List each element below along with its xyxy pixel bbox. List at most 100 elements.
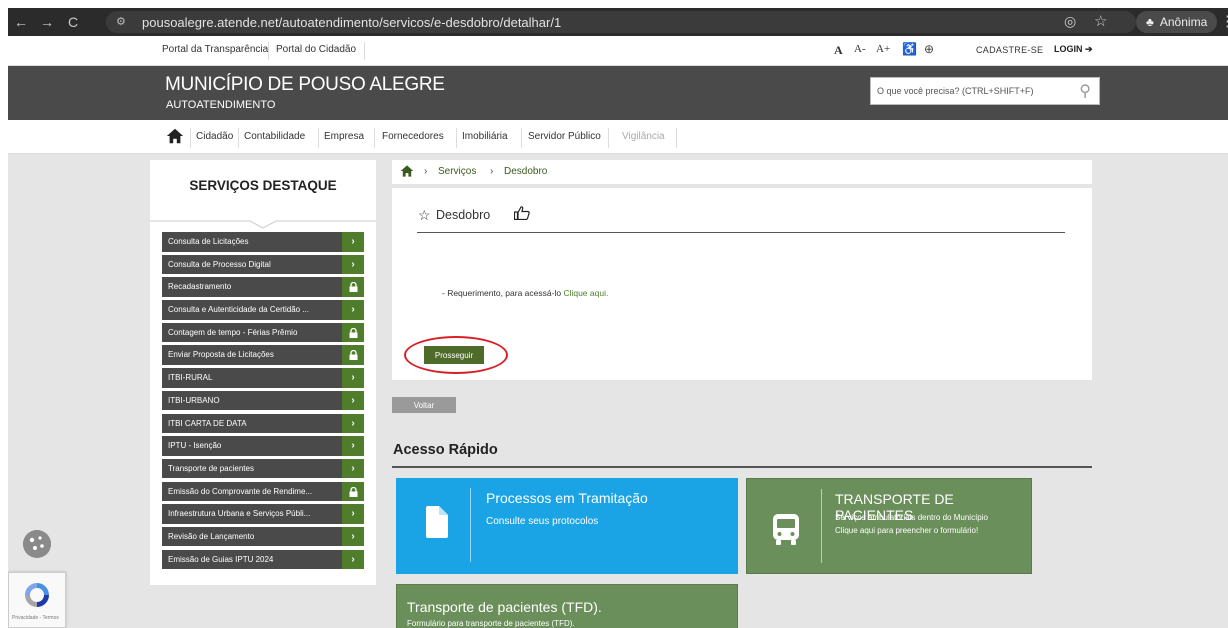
featured-service-item[interactable]: Enviar Proposta de Licitações — [162, 345, 364, 365]
request-link[interactable]: Clique aqui. — [563, 288, 608, 298]
lock-icon[interactable] — [342, 322, 364, 343]
featured-service-item[interactable]: ITBI-RURAL › — [162, 368, 364, 388]
lock-icon[interactable] — [342, 277, 364, 297]
font-decrease-button[interactable]: A- — [854, 43, 866, 55]
service-title: Desdobro — [436, 208, 491, 222]
document-icon — [426, 506, 448, 538]
back-button[interactable]: Voltar — [392, 397, 456, 413]
font-default-button[interactable]: A — [834, 43, 843, 58]
utility-bar: Portal da Transparência Portal do Cidadã… — [8, 36, 1228, 66]
featured-service-item[interactable]: Consulta de Processo Digital › — [162, 254, 364, 275]
proceed-button[interactable]: Prosseguir — [424, 346, 484, 364]
tile-line-1: Serviços ambulatoriais dentro do Municíp… — [835, 513, 988, 522]
divider — [608, 128, 609, 148]
lock-icon[interactable] — [342, 481, 364, 502]
chevron-right-icon[interactable]: › — [342, 254, 364, 275]
bookmark-star-icon[interactable]: ☆ — [1094, 12, 1107, 30]
recaptcha-label: Privacidade - Termos — [12, 615, 59, 621]
divider — [521, 128, 522, 148]
featured-service-label: Contagem de tempo - Férias Prêmio — [162, 322, 342, 343]
tile-processos-em-tramitacao[interactable]: Processos em Tramitação Consulte seus pr… — [396, 478, 738, 574]
breadcrumb: › Serviços › Desdobro — [392, 160, 1092, 184]
favorite-star-icon[interactable]: ☆ — [418, 207, 431, 224]
font-increase-button[interactable]: A+ — [876, 43, 890, 55]
eye-off-icon[interactable]: ◎ — [1064, 13, 1076, 30]
login-label: LOGIN — [1054, 44, 1083, 54]
back-icon[interactable]: ← — [8, 14, 34, 30]
featured-service-label: Transporte de pacientes — [162, 458, 342, 479]
site-title[interactable]: MUNICÍPIO DE POUSO ALEGRE — [165, 74, 445, 96]
chevron-right-icon[interactable]: › — [342, 526, 364, 547]
globe-icon[interactable]: ⊕ — [924, 42, 934, 56]
featured-service-item[interactable]: ITBI-URBANO › — [162, 390, 364, 411]
featured-service-label: ITBI CARTA DE DATA — [162, 413, 342, 433]
menu-item-empresa[interactable]: Empresa — [324, 131, 364, 142]
search-input[interactable] — [877, 78, 1067, 104]
browser-menu-icon[interactable]: ⋮ — [1220, 12, 1228, 30]
featured-service-label: ITBI-URBANO — [162, 390, 342, 411]
recaptcha-badge[interactable]: Privacidade - Termos — [8, 572, 66, 628]
featured-service-item[interactable]: Consulta e Autenticidade da Certidão ...… — [162, 300, 364, 320]
request-description: - Requerimento, para acessá-lo — [442, 288, 562, 298]
transparency-portal-link[interactable]: Portal da Transparência — [162, 44, 268, 55]
tile-title: Transporte de pacientes (TFD). — [407, 599, 602, 615]
featured-service-item[interactable]: Emissão do Comprovante de Rendime... — [162, 481, 364, 502]
header-banner: MUNICÍPIO DE POUSO ALEGRE AUTOATENDIMENT… — [8, 66, 1228, 120]
chevron-right-icon: › — [490, 166, 494, 177]
home-icon[interactable] — [166, 127, 184, 145]
chevron-right-icon[interactable]: › — [342, 390, 364, 411]
address-bar[interactable]: ⚙ pousoalegre.atende.net/autoatendimento… — [106, 11, 1136, 33]
menu-item-servidor-publico[interactable]: Servidor Público — [528, 131, 601, 142]
breadcrumb-item-servicos[interactable]: Serviços — [438, 166, 476, 177]
divider — [238, 128, 239, 148]
tile-subtitle: Consulte seus protocolos — [486, 516, 599, 527]
request-text: - Requerimento, para acessá-lo Clique aq… — [442, 288, 608, 298]
menu-item-fornecedores[interactable]: Fornecedores — [382, 131, 444, 142]
accessibility-icon[interactable]: ♿ — [902, 42, 917, 56]
menu-item-contabilidade[interactable]: Contabilidade — [244, 131, 305, 142]
chevron-right-icon[interactable]: › — [342, 300, 364, 320]
login-link[interactable]: LOGIN ➔ — [1054, 44, 1093, 55]
chevron-right-icon[interactable]: › — [342, 549, 364, 570]
featured-service-label: Enviar Proposta de Licitações — [162, 345, 342, 365]
incognito-badge[interactable]: ♣ Anônima — [1136, 11, 1218, 33]
chevron-right-icon[interactable]: › — [342, 436, 364, 456]
forward-icon[interactable]: → — [34, 14, 60, 30]
menu-item-imobiliaria[interactable]: Imobiliária — [462, 131, 508, 142]
featured-service-item[interactable]: Contagem de tempo - Férias Prêmio — [162, 322, 364, 343]
chevron-right-icon[interactable]: › — [342, 232, 364, 252]
featured-service-item[interactable]: Revisão de Lançamento › — [162, 526, 364, 547]
divider — [417, 232, 1065, 233]
recaptcha-icon — [25, 583, 49, 607]
home-icon[interactable] — [400, 164, 414, 178]
featured-service-item[interactable]: ITBI CARTA DE DATA › — [162, 413, 364, 433]
cookie-icon[interactable] — [23, 530, 51, 558]
chevron-right-icon[interactable]: › — [342, 368, 364, 388]
menu-item-vigilancia[interactable]: Vigilância — [622, 131, 665, 142]
breadcrumb-item-desdobro[interactable]: Desdobro — [504, 166, 547, 177]
menu-item-cidadao[interactable]: Cidadão — [196, 131, 233, 142]
register-link[interactable]: CADASTRE-SE — [976, 45, 1043, 55]
search-icon[interactable]: ⚲ — [1079, 81, 1091, 101]
tile-transporte-de-pacientes[interactable]: TRANSPORTE DE PACIENTES Serviços ambulat… — [746, 478, 1032, 574]
tile-transporte-tfd[interactable]: Transporte de pacientes (TFD). Formulári… — [396, 584, 738, 628]
featured-service-label: Consulta de Processo Digital — [162, 254, 342, 275]
featured-service-item[interactable]: Recadastramento — [162, 277, 364, 297]
chevron-right-icon[interactable]: › — [342, 504, 364, 524]
featured-service-item[interactable]: Infraestrutura Urbana e Serviços Públi..… — [162, 504, 364, 524]
site-settings-icon[interactable]: ⚙ — [116, 15, 134, 29]
featured-service-item[interactable]: Consulta de Licitações › — [162, 232, 364, 252]
chevron-right-icon[interactable]: › — [342, 458, 364, 479]
lock-icon[interactable] — [342, 345, 364, 365]
featured-service-label: Infraestrutura Urbana e Serviços Públi..… — [162, 504, 342, 524]
citizen-portal-link[interactable]: Portal do Cidadão — [276, 44, 356, 55]
thumbs-up-icon[interactable] — [514, 206, 530, 220]
page: Portal da Transparência Portal do Cidadã… — [8, 36, 1228, 628]
reload-icon[interactable]: C — [60, 14, 86, 30]
featured-service-item[interactable]: IPTU - Isenção › — [162, 436, 364, 456]
incognito-icon: ♣ — [1146, 15, 1154, 29]
featured-service-item[interactable]: Transporte de pacientes › — [162, 458, 364, 479]
chevron-right-icon: › — [424, 166, 428, 177]
featured-service-item[interactable]: Emissão de Guias IPTU 2024 › — [162, 549, 364, 570]
chevron-right-icon[interactable]: › — [342, 413, 364, 433]
